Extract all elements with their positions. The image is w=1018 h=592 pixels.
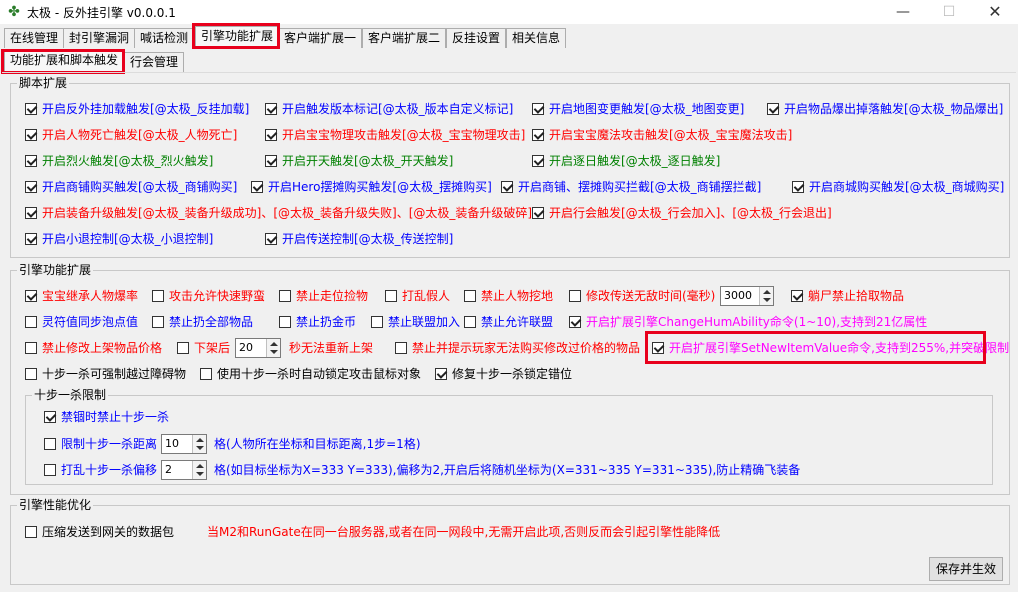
tenstep-offset-suffix: 格(如目标坐标为X=333 Y=333),偏移为2,开启后将随机坐标为(X=33… bbox=[214, 463, 801, 477]
tab-shout-detect[interactable]: 喊话检测 bbox=[134, 28, 195, 48]
group-title: 十步一杀限制 bbox=[32, 388, 109, 402]
title-bar: ✤ 太极 - 反外挂引擎 v0.0.0.1 — ☐ ✕ bbox=[0, 0, 1018, 24]
tab-online-management[interactable]: 在线管理 bbox=[4, 28, 65, 48]
tenstep-distance-stepper[interactable]: 10 bbox=[161, 434, 207, 454]
delist-seconds-stepper[interactable]: 20 bbox=[235, 338, 281, 358]
window-title: 太极 - 反外挂引擎 v0.0.0.1 bbox=[27, 6, 176, 20]
active-tab-highlight bbox=[192, 23, 280, 49]
invincible-ms-stepper[interactable]: 3000 bbox=[720, 286, 774, 306]
close-icon[interactable]: ✕ bbox=[972, 0, 1018, 24]
group-title: 引擎功能扩展 bbox=[17, 263, 94, 277]
tab-client-ext-2[interactable]: 客户端扩展二 bbox=[362, 28, 447, 48]
tenstep-offset-stepper[interactable]: 2 bbox=[161, 460, 207, 480]
active-subtab-highlight bbox=[1, 49, 125, 74]
tab-client-ext-1[interactable]: 客户端扩展一 bbox=[278, 28, 363, 48]
tenstep-limit-group: 十步一杀限制 禁锢时禁止十步一杀 限制十步一杀距离 10 格(人物所在坐标和目标… bbox=[25, 388, 993, 485]
main-tab-strip: 在线管理 封引擎漏洞 喊话检测 引擎功能扩展 客户端扩展一 客户端扩展二 反挂设… bbox=[0, 23, 1018, 49]
engine-performance-group: 引擎性能优化 压缩发送到网关的数据包 当M2和RunGate在同一台服务器,或者… bbox=[10, 498, 1010, 585]
tab-engine-vuln[interactable]: 封引擎漏洞 bbox=[63, 28, 136, 48]
tab-anti-cheat-settings[interactable]: 反挂设置 bbox=[446, 28, 507, 48]
group-title: 引擎性能优化 bbox=[17, 498, 94, 512]
script-extension-group: 脚本扩展 开启反外挂加载触发[@太极_反挂加载] 开启触发版本标记[@太极_版本… bbox=[10, 76, 1010, 258]
delist-suffix: 秒无法重新上架 bbox=[289, 341, 374, 355]
tab-guild-management[interactable]: 行会管理 bbox=[124, 52, 185, 72]
tab-about[interactable]: 相关信息 bbox=[506, 28, 567, 48]
group-title: 脚本扩展 bbox=[17, 76, 70, 90]
sub-tab-strip: 功能扩展和脚本触发 行会管理 bbox=[0, 49, 1018, 74]
tenstep-distance-suffix: 格(人物所在坐标和目标距离,1步=1格) bbox=[214, 437, 421, 451]
setnewitemvalue-highlight bbox=[645, 331, 986, 364]
app-logo-icon: ✤ bbox=[8, 4, 20, 20]
maximize-icon[interactable]: ☐ bbox=[926, 0, 972, 24]
tab-content-panel: 脚本扩展 开启反外挂加载触发[@太极_反挂加载] 开启触发版本标记[@太极_版本… bbox=[2, 72, 1016, 590]
save-apply-button[interactable]: 保存并生效 bbox=[929, 557, 1003, 581]
engine-extension-group: 引擎功能扩展 宝宝继承人物爆率 攻击允许快速野蛮 禁止走位捡物 打乱假人 禁止人… bbox=[10, 263, 1010, 495]
minimize-icon[interactable]: — bbox=[880, 0, 926, 24]
performance-note: 当M2和RunGate在同一台服务器,或者在同一网段中,无需开启此项,否则反而会… bbox=[207, 525, 721, 539]
